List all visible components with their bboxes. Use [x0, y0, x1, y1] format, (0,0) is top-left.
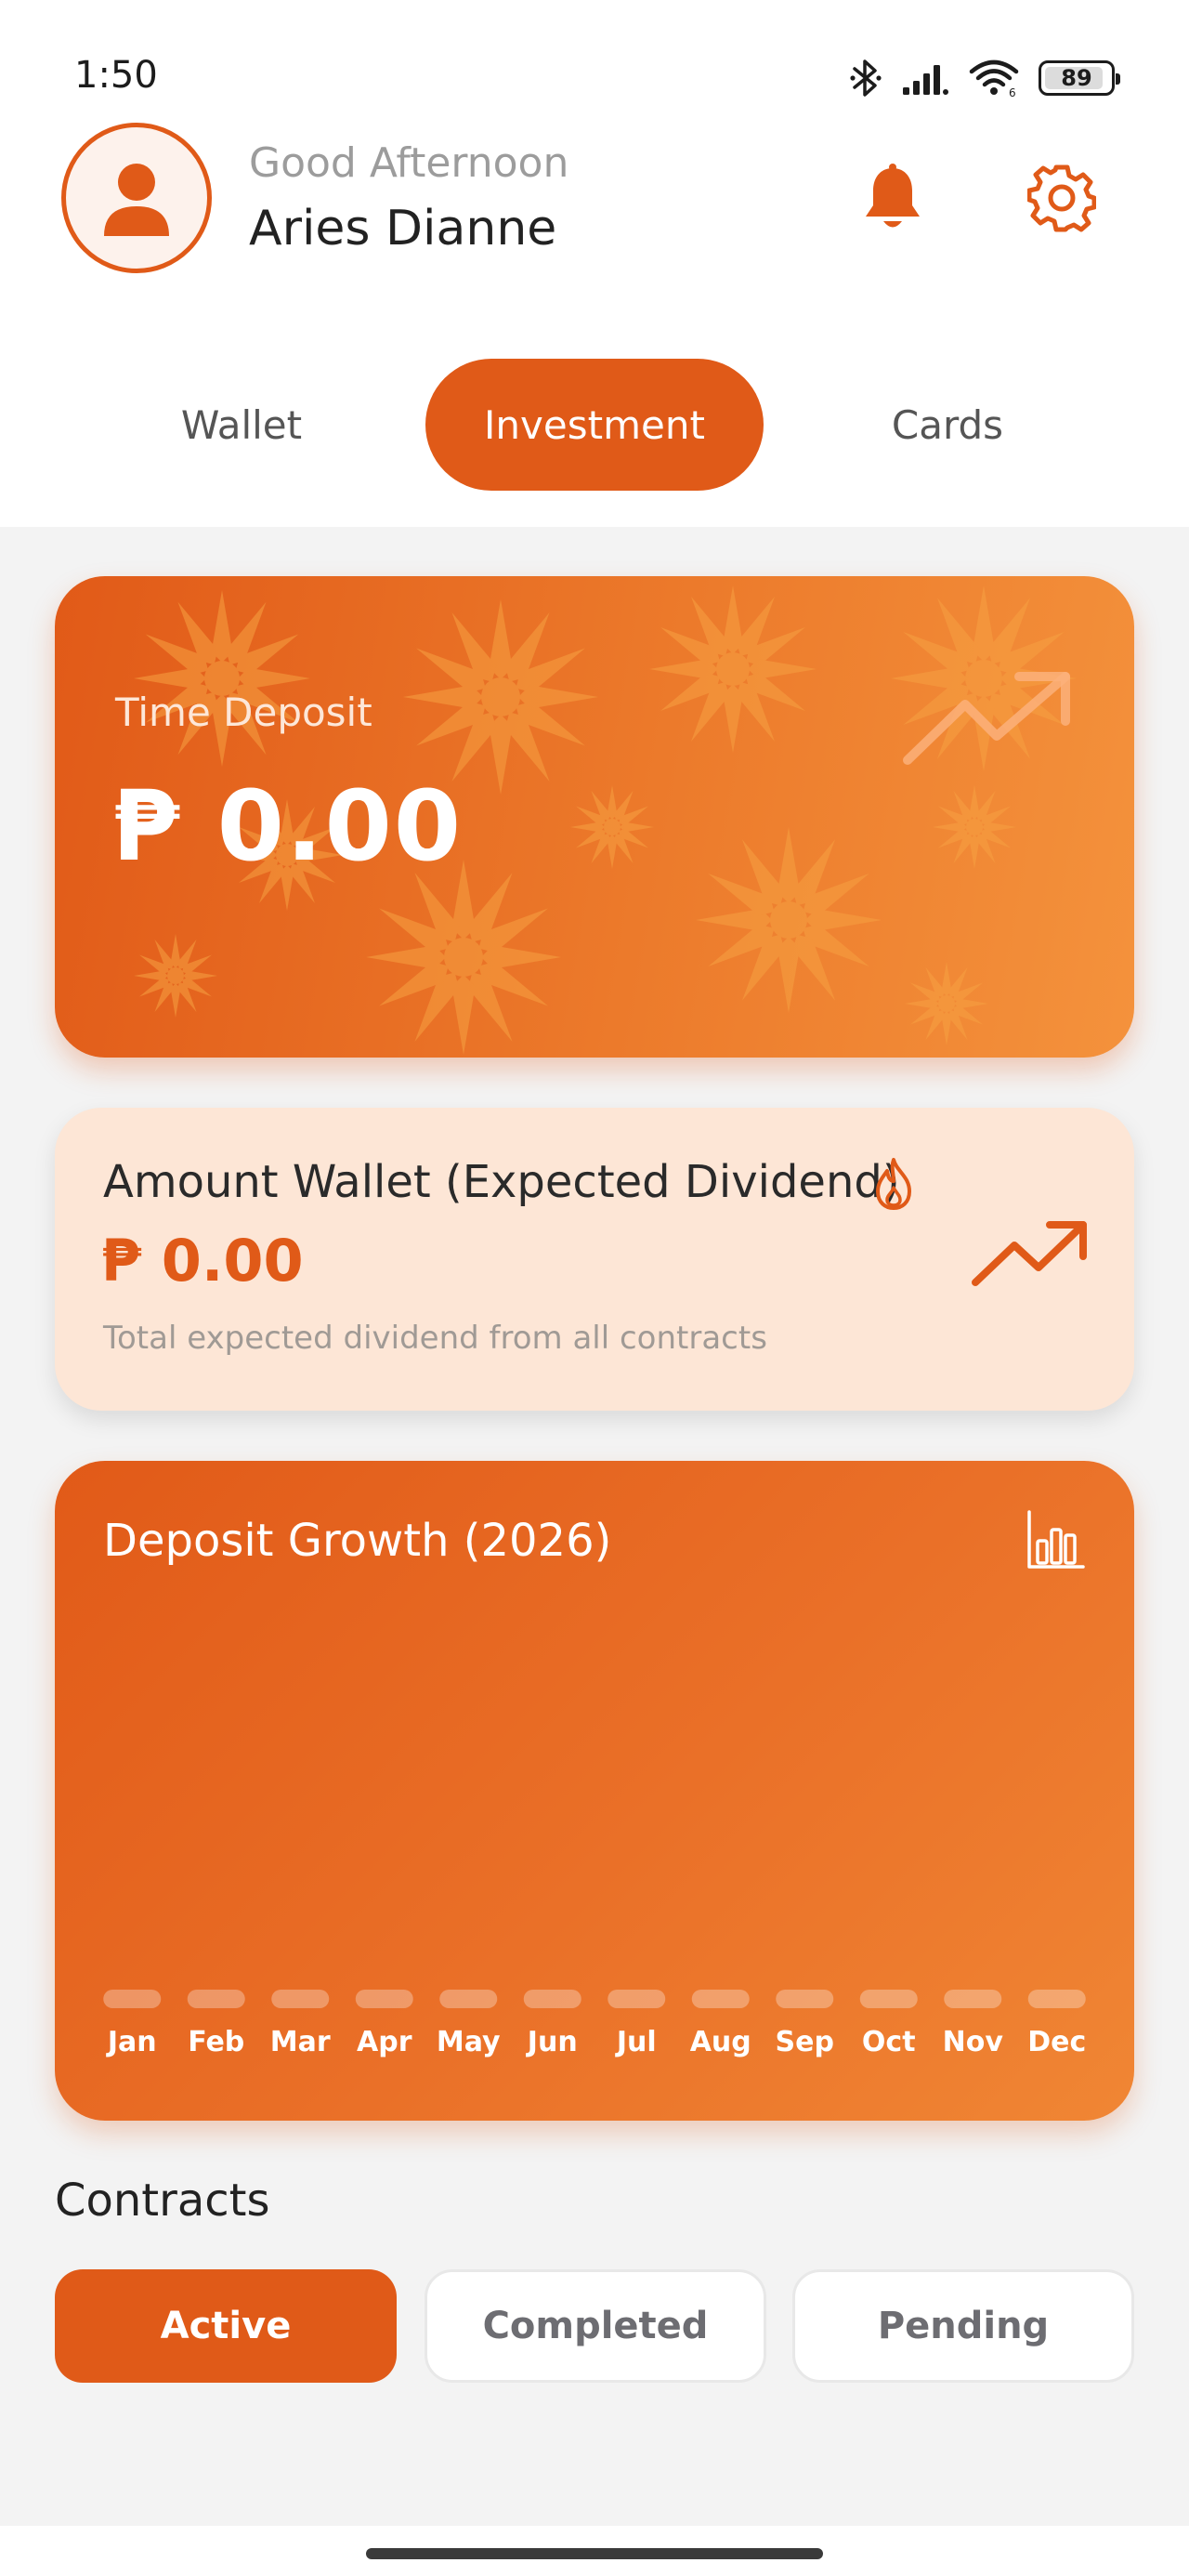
time-deposit-amount: ₱ 0.00 [112, 769, 464, 883]
avatar[interactable] [61, 123, 212, 273]
time-deposit-label: Time Deposit [115, 690, 372, 735]
tick-label-jun: Jun [526, 2026, 578, 2058]
bar-aug [691, 1990, 750, 2008]
tick-label-aug: Aug [690, 2026, 751, 2058]
time-deposit-card[interactable]: Time Deposit ₱ 0.00 [55, 576, 1134, 1058]
svg-text:6: 6 [1009, 86, 1016, 98]
expected-dividend-card[interactable]: Amount Wallet (Expected Dividend) ₱ 0.00… [55, 1108, 1134, 1411]
tick-label-dec: Dec [1027, 2026, 1086, 2058]
bluetooth-icon [849, 58, 882, 99]
filter-pending[interactable]: Pending [792, 2269, 1134, 2383]
tick-label-jan: Jan [106, 2026, 157, 2058]
bar-oct [859, 1990, 918, 2008]
bar-feb [187, 1990, 245, 2008]
tick-label-mar: Mar [270, 2026, 331, 2058]
user-name: Aries Dianne [249, 201, 557, 256]
settings-button[interactable] [1020, 156, 1104, 240]
tick-label-oct: Oct [862, 2026, 916, 2058]
filter-completed[interactable]: Completed [425, 2269, 766, 2383]
bar-nov [944, 1990, 1002, 2008]
chart-title: Deposit Growth (2026) [103, 1515, 612, 1567]
bar-dec [1027, 1990, 1086, 2008]
tab-cards[interactable]: Cards [845, 359, 1050, 491]
tab-investment[interactable]: Investment [425, 359, 764, 491]
status-icons: 6 89 [849, 52, 1120, 104]
bar-chart-icon [1027, 1510, 1085, 1569]
deposit-growth-chart: Jan Feb Mar Apr May Jun Jul Aug Sep Oct Nov Dec Dep… [55, 1461, 1134, 2121]
dividend-title: Amount Wallet (Expected Dividend) [103, 1156, 900, 1208]
flame-icon [876, 1158, 911, 1210]
tick-label-feb: Feb [188, 2026, 244, 2058]
signal-icon [901, 59, 949, 97]
investment-screen: 1:50 6 89 Good Afternoon Aries Dianne Wa… [0, 0, 1189, 2576]
bar-jun [523, 1990, 581, 2008]
tick-label-sep: Sep [776, 2026, 834, 2058]
wifi-icon: 6 [968, 59, 1020, 98]
bar-jul [608, 1990, 666, 2008]
greeting-text: Good Afternoon [249, 139, 569, 187]
bar-may [439, 1990, 498, 2008]
user-avatar-icon [104, 164, 169, 236]
tab-wallet[interactable]: Wallet [139, 359, 344, 491]
gear-icon [1027, 164, 1096, 232]
bar-mar [271, 1990, 330, 2008]
status-time: 1:50 [74, 54, 158, 97]
dividend-subtitle: Total expected dividend from all contrac… [103, 1320, 767, 1357]
bar-jan [103, 1990, 162, 2008]
tick-label-may: May [437, 2026, 501, 2058]
notifications-button[interactable] [851, 156, 934, 240]
bar-apr [355, 1990, 413, 2008]
tick-label-jul: Jul [615, 2026, 657, 2058]
tick-label-apr: Apr [357, 2026, 412, 2058]
tick-label-nov: Nov [943, 2026, 1004, 2058]
home-indicator[interactable] [366, 2548, 823, 2559]
bell-icon [866, 164, 920, 228]
dividend-amount: ₱ 0.00 [101, 1227, 304, 1295]
trending-up-icon [903, 672, 1070, 765]
bar-sep [776, 1990, 834, 2008]
trending-up-icon [972, 1221, 1087, 1286]
filter-active[interactable]: Active [55, 2269, 397, 2383]
battery-icon: 89 [1039, 60, 1120, 96]
main-tabs: Wallet Investment Cards [0, 359, 1189, 491]
header-section: 1:50 6 89 Good Afternoon Aries Dianne Wa… [0, 0, 1189, 527]
contracts-heading: Contracts [55, 2175, 270, 2227]
battery-percent: 89 [1061, 65, 1092, 91]
